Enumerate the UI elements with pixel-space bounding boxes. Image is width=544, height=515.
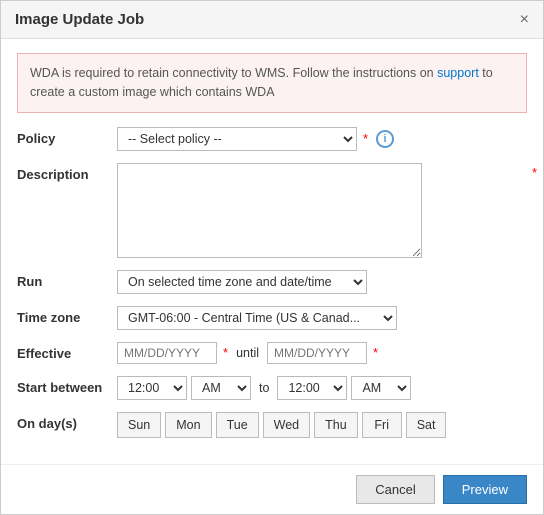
start-between-control-wrap: 12:00 AM to 12:00 AM	[117, 376, 527, 400]
alert-message: WDA is required to retain connectivity t…	[17, 53, 527, 113]
run-select[interactable]: On selected time zone and date/time	[117, 270, 367, 294]
day-button-mon[interactable]: Mon	[165, 412, 211, 438]
policy-required: *	[363, 131, 368, 146]
description-required: *	[532, 165, 537, 180]
start-from-time-select[interactable]: 12:00	[117, 376, 187, 400]
policy-control-wrap: -- Select policy -- * i	[117, 127, 527, 151]
effective-label: Effective	[17, 342, 117, 361]
cancel-button[interactable]: Cancel	[356, 475, 434, 504]
alert-text-before: WDA is required to retain connectivity t…	[30, 66, 437, 80]
effective-to-input[interactable]	[267, 342, 367, 364]
day-button-thu[interactable]: Thu	[314, 412, 358, 438]
policy-label: Policy	[17, 127, 117, 146]
until-label: until	[236, 346, 259, 360]
description-label: Description	[17, 163, 117, 182]
effective-row: Effective * until *	[17, 342, 527, 364]
start-between-row: Start between 12:00 AM to 12:00 AM	[17, 376, 527, 400]
description-control-wrap: *	[117, 163, 527, 258]
timezone-control-wrap: GMT-06:00 - Central Time (US & Canad...	[117, 306, 527, 330]
policy-row: Policy -- Select policy -- * i	[17, 127, 527, 151]
dialog-header: Image Update Job ×	[1, 1, 543, 39]
start-to-time-select[interactable]: 12:00	[277, 376, 347, 400]
on-days-row: On day(s) Sun Mon Tue Wed Thu Fri Sat	[17, 412, 527, 438]
description-row: Description *	[17, 163, 527, 258]
effective-from-required: *	[223, 345, 228, 360]
on-days-control-wrap: Sun Mon Tue Wed Thu Fri Sat	[117, 412, 527, 438]
start-from-ampm-select[interactable]: AM	[191, 376, 251, 400]
day-button-fri[interactable]: Fri	[362, 412, 402, 438]
day-button-sun[interactable]: Sun	[117, 412, 161, 438]
day-button-tue[interactable]: Tue	[216, 412, 259, 438]
preview-button[interactable]: Preview	[443, 475, 527, 504]
description-textarea[interactable]	[117, 163, 422, 258]
dialog-footer: Cancel Preview	[1, 464, 543, 514]
timezone-row: Time zone GMT-06:00 - Central Time (US &…	[17, 306, 527, 330]
day-button-wed[interactable]: Wed	[263, 412, 310, 438]
start-between-label: Start between	[17, 376, 117, 395]
run-control-wrap: On selected time zone and date/time	[117, 270, 527, 294]
image-update-job-dialog: Image Update Job × WDA is required to re…	[0, 0, 544, 515]
run-label: Run	[17, 270, 117, 289]
to-label: to	[259, 381, 269, 395]
info-icon[interactable]: i	[376, 130, 394, 148]
effective-from-input[interactable]	[117, 342, 217, 364]
effective-control-wrap: * until *	[117, 342, 527, 364]
close-button[interactable]: ×	[520, 12, 529, 28]
effective-to-required: *	[373, 345, 378, 360]
run-row: Run On selected time zone and date/time	[17, 270, 527, 294]
dialog-title: Image Update Job	[15, 11, 144, 28]
support-link[interactable]: support	[437, 66, 479, 80]
policy-select[interactable]: -- Select policy --	[117, 127, 357, 151]
timezone-label: Time zone	[17, 306, 117, 325]
dialog-body: WDA is required to retain connectivity t…	[1, 39, 543, 464]
day-button-sat[interactable]: Sat	[406, 412, 447, 438]
on-days-label: On day(s)	[17, 412, 117, 431]
start-to-ampm-select[interactable]: AM	[351, 376, 411, 400]
timezone-select[interactable]: GMT-06:00 - Central Time (US & Canad...	[117, 306, 397, 330]
